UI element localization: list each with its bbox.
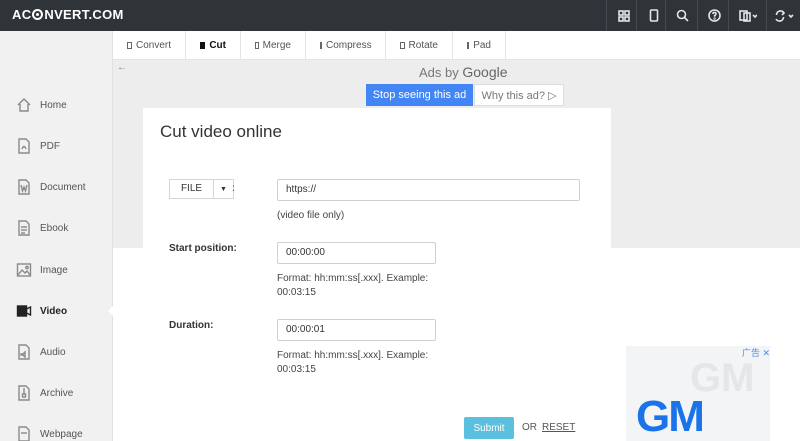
tab-label: Rotate xyxy=(408,40,438,51)
sidebar-item-ebook[interactable]: Ebook xyxy=(0,208,113,248)
image-icon xyxy=(16,262,32,278)
mobile-icon xyxy=(649,9,658,22)
checkbox-icon xyxy=(200,42,206,49)
format-hint-line1: Format: hh:mm:ss[.xxx]. Example: xyxy=(277,273,429,284)
sidebar-item-label: Video xyxy=(40,305,68,317)
sidebar-item-label: Image xyxy=(40,264,68,276)
archive-icon xyxy=(16,385,32,401)
checkbox-icon xyxy=(400,42,405,49)
logo-prefix: AC xyxy=(12,7,32,22)
sidebar-item-video[interactable]: Video xyxy=(0,291,114,331)
checkbox-icon xyxy=(467,42,470,49)
sidebar-item-label: Ebook xyxy=(40,222,69,234)
format-hint-line2: 00:03:15 xyxy=(277,287,316,298)
audio-icon xyxy=(16,344,32,360)
tab-label: Merge xyxy=(262,40,291,51)
file-colon: : xyxy=(232,183,235,194)
search-button[interactable] xyxy=(665,0,699,31)
file-button[interactable]: FILE ▼ xyxy=(169,179,234,199)
caret-down-icon[interactable]: ▼ xyxy=(214,186,233,193)
url-hint: (video file only) xyxy=(277,210,345,221)
tab-merge[interactable]: Merge xyxy=(241,31,306,60)
back-arrow-icon[interactable]: ← xyxy=(117,62,127,73)
sync-icon xyxy=(774,9,794,22)
reset-link[interactable]: RESET xyxy=(542,422,575,433)
sidebar-item-image[interactable]: Image xyxy=(0,250,113,290)
start-position-input[interactable]: 00:00:00 xyxy=(277,242,436,264)
tab-label: Pad xyxy=(473,40,491,51)
document-icon xyxy=(16,179,32,195)
sidebar-item-label: Webpage xyxy=(40,428,83,440)
tab-rotate[interactable]: Rotate xyxy=(386,31,453,60)
google-text: Google xyxy=(462,64,508,80)
sync-button[interactable] xyxy=(766,0,800,31)
checkbox-icon xyxy=(320,42,322,49)
tab-label: Cut xyxy=(209,40,226,51)
webpage-icon xyxy=(16,426,32,441)
sidebar-item-audio[interactable]: Audio xyxy=(0,332,113,372)
page-title: Cut video online xyxy=(160,122,282,141)
checkbox-icon xyxy=(255,42,259,49)
start-position-label: Start position: xyxy=(169,243,237,254)
format-hint-line1: Format: hh:mm:ss[.xxx]. Example: xyxy=(277,350,429,361)
ad-logo[interactable]: GM xyxy=(636,392,705,441)
sidebar-item-document[interactable]: Document xyxy=(0,167,113,207)
duration-label: Duration: xyxy=(169,320,214,331)
ads-by-google: Ads by Google xyxy=(419,64,508,80)
sidebar-item-label: Audio xyxy=(40,346,66,358)
sidebar-item-label: Document xyxy=(40,181,86,193)
sidebar-item-label: Archive xyxy=(40,387,74,399)
ads-by-text: Ads by xyxy=(419,65,459,80)
duration-input[interactable]: 00:00:01 xyxy=(277,319,436,341)
tab-cut[interactable]: Cut xyxy=(186,31,241,60)
checkbox-icon xyxy=(127,42,132,49)
sidebar-item-webpage[interactable]: Webpage xyxy=(0,414,113,441)
video-icon xyxy=(16,303,32,319)
logo-suffix: NVERT.COM xyxy=(44,7,124,22)
search-icon xyxy=(676,9,689,22)
logo[interactable]: AC NVERT.COM xyxy=(12,7,124,22)
sidebar-item-label: Home xyxy=(40,99,67,111)
sidebar-item-archive[interactable]: Archive xyxy=(0,373,113,413)
tab-pad[interactable]: Pad xyxy=(453,31,506,60)
file-button-label: FILE xyxy=(170,180,214,198)
language-icon xyxy=(738,9,757,22)
tab-convert[interactable]: Convert xyxy=(113,31,186,60)
top-bar: AC NVERT.COM xyxy=(0,0,800,31)
stop-seeing-ad-button[interactable]: Stop seeing this ad xyxy=(366,84,473,106)
tab-label: Convert xyxy=(135,40,171,51)
sidebar-item-pdf[interactable]: PDF xyxy=(0,126,113,166)
grid-button[interactable] xyxy=(606,0,640,31)
submit-button[interactable]: Submit xyxy=(464,417,514,439)
language-button[interactable] xyxy=(728,0,766,31)
tool-tabs: Convert Cut Merge Compress Rotate Pad xyxy=(113,31,800,60)
duration-format-hint: Format: hh:mm:ss[.xxx]. Example: 00:03:1… xyxy=(277,349,428,377)
ebook-icon xyxy=(16,220,32,236)
logo-o-icon xyxy=(32,9,44,20)
why-this-ad-button[interactable]: Why this ad? ▷ xyxy=(474,84,564,106)
ad-close-icon[interactable]: 广告 ✕ xyxy=(742,346,770,359)
home-icon xyxy=(16,97,32,113)
sidebar: Home PDF Document Ebook Image Video Audi… xyxy=(0,31,114,441)
sidebar-item-label: PDF xyxy=(40,140,60,152)
pdf-icon xyxy=(16,138,32,154)
start-format-hint: Format: hh:mm:ss[.xxx]. Example: 00:03:1… xyxy=(277,272,428,300)
help-button[interactable] xyxy=(697,0,731,31)
help-icon xyxy=(708,9,721,22)
sidebar-item-home[interactable]: Home xyxy=(0,85,113,125)
grid-icon xyxy=(617,9,630,22)
format-hint-line2: 00:03:15 xyxy=(277,364,316,375)
tab-label: Compress xyxy=(326,40,372,51)
tab-compress[interactable]: Compress xyxy=(306,31,386,60)
or-text: OR xyxy=(522,422,537,433)
url-input[interactable]: https:// xyxy=(277,179,580,201)
